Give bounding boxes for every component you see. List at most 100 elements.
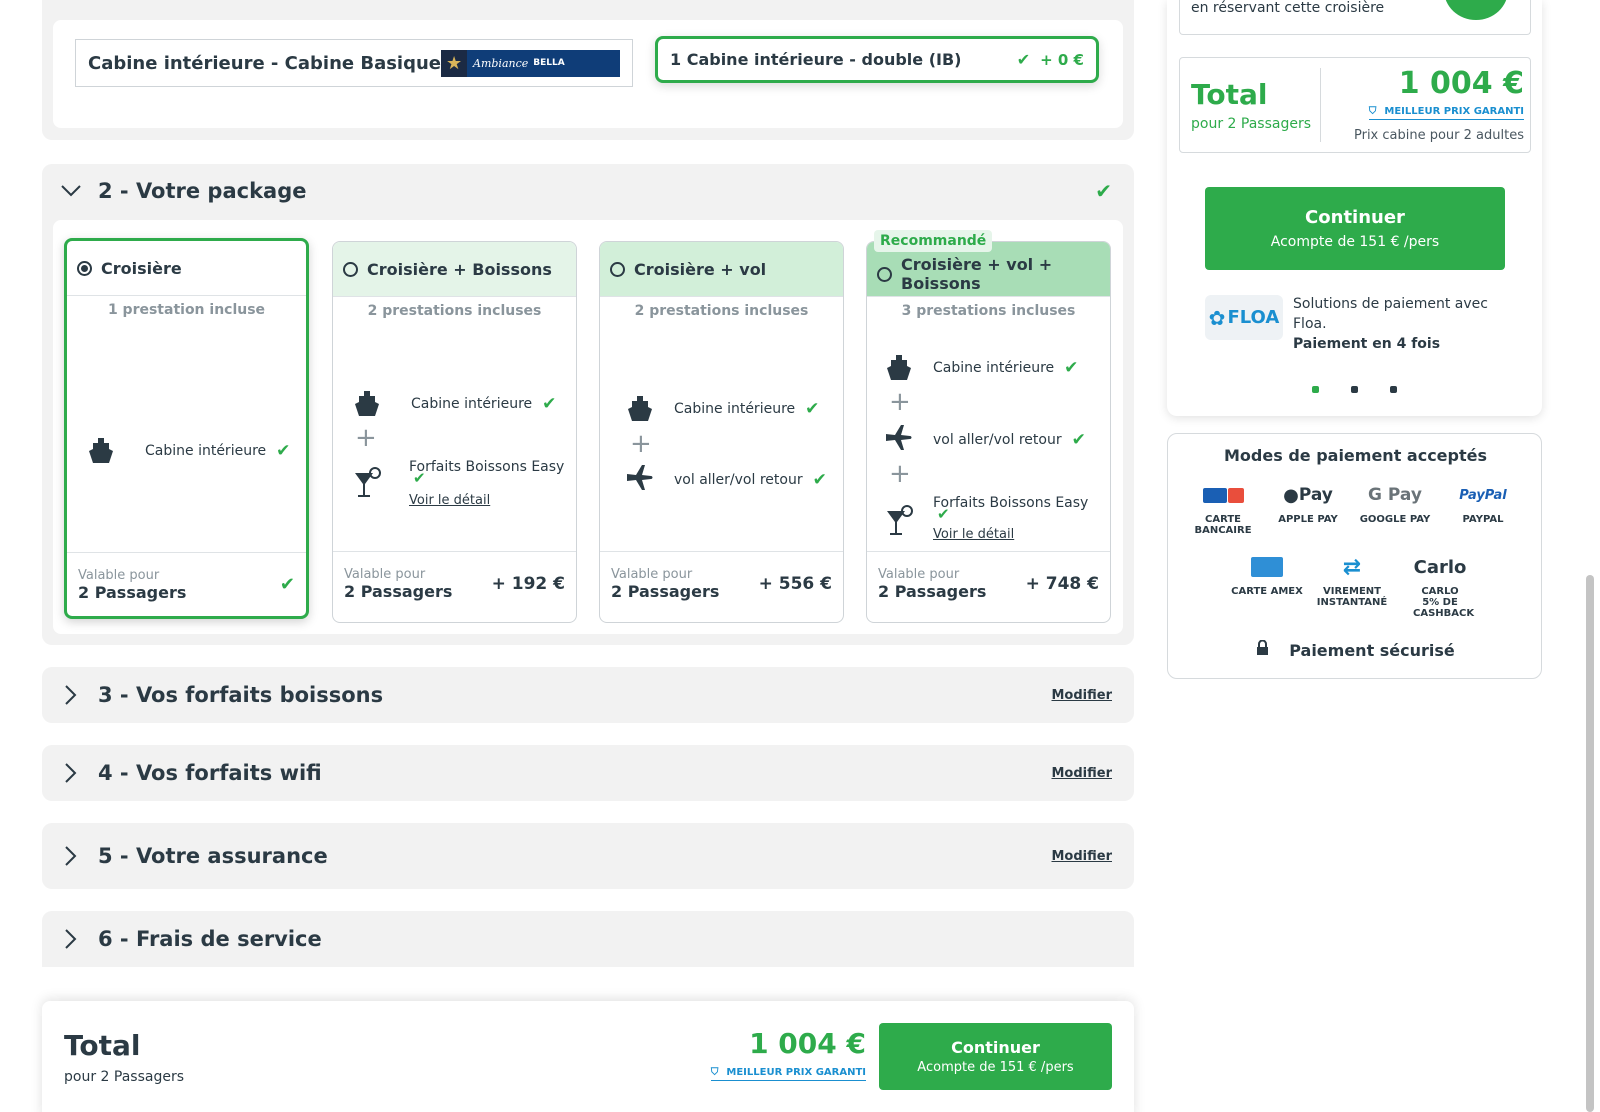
cabin-category: Cabine intérieure - Cabine Basique ★ Amb…	[75, 39, 633, 87]
package-card-croisiere-boissons[interactable]: Croisière + Boissons 2 prestations inclu…	[332, 241, 577, 623]
item-label: Forfaits Boissons Easy	[933, 495, 1089, 511]
shield-icon: ⛉	[710, 1067, 719, 1078]
summary-total-box: Total pour 2 Passagers 1 004 € ⛉ MEILLEU…	[1179, 57, 1531, 153]
payment-method-label: PAYPAL	[1462, 514, 1504, 525]
carousel-dots	[1312, 386, 1397, 393]
detail-link[interactable]: Voir le détail	[933, 527, 1088, 542]
package-card-footer: Valable pour 2 Passagers + 192 €	[333, 551, 576, 615]
ship-icon	[877, 353, 921, 383]
package-card-croisiere-vol[interactable]: Croisière + vol 2 prestations incluses C…	[599, 241, 844, 623]
check-icon: ✔	[1064, 358, 1079, 378]
payment-method-googlepay: G Pay GOOGLE PAY	[1358, 482, 1432, 525]
package-card-croisiere[interactable]: Croisière 1 prestation incluse Cabine in…	[64, 238, 309, 619]
item-label: Cabine intérieure	[674, 401, 796, 417]
logo-name: BELLA	[533, 58, 565, 68]
check-icon: ✔	[805, 399, 820, 419]
detail-link[interactable]: Voir le détail	[409, 493, 564, 508]
continue-button-bottom[interactable]: Continuer Acompte de 151 € /pers	[879, 1023, 1112, 1090]
carousel-dot[interactable]	[1351, 386, 1358, 393]
check-icon: ✔	[812, 470, 827, 490]
payment-method-virement: ⇄ VIREMENT INSTANTANÉ	[1315, 554, 1389, 609]
modify-wifi-link[interactable]: Modifier	[1052, 766, 1113, 781]
radio-selected[interactable]	[77, 260, 92, 276]
boissons-title: 3 - Vos forfaits boissons	[98, 683, 384, 707]
total-price: 1 004 €	[749, 1027, 866, 1060]
check-icon: ✔	[276, 441, 291, 461]
package-price: + 192 €	[491, 573, 565, 594]
package-item-drinks: Forfaits Boissons Easy ✔ Voir le détail	[345, 459, 564, 508]
ambiance-bella-logo: ★ Ambiance BELLA	[441, 49, 620, 77]
passengers-value: 2 Passagers	[878, 581, 987, 601]
package-title: 2 - Votre package	[98, 179, 307, 203]
wifi-title: 4 - Vos forfaits wifi	[98, 761, 322, 785]
bank-transfer-icon: ⇄	[1342, 554, 1362, 580]
package-card-header: Croisière + Boissons	[333, 242, 576, 297]
package-item-drinks: Forfaits Boissons Easy ✔ Voir le détail	[877, 495, 1088, 542]
package-item-cabin: Cabine intérieure ✔	[345, 389, 556, 419]
package-item-flight: vol aller/vol retour ✔	[877, 425, 1086, 455]
scrollbar-thumb[interactable]	[1586, 575, 1594, 1112]
passengers-value: 2 Passagers	[344, 581, 453, 601]
divider	[1320, 68, 1321, 142]
section-wifi[interactable]: 4 - Vos forfaits wifi Modifier	[42, 745, 1134, 801]
package-card-sub: 2 prestations incluses	[367, 303, 542, 319]
secure-label: Paiement sécurisé	[1289, 640, 1455, 660]
section-boissons[interactable]: 3 - Vos forfaits boissons Modifier	[42, 667, 1134, 723]
chevron-right-icon	[60, 845, 82, 867]
section-frais[interactable]: 6 - Frais de service	[42, 911, 1134, 967]
summary-passengers: pour 2 Passagers	[1191, 116, 1311, 132]
amex-icon	[1230, 554, 1304, 580]
cocktail-icon	[345, 467, 389, 499]
section-assurance[interactable]: 5 - Votre assurance Modifier	[42, 823, 1134, 889]
payment-method-label: CARTE BANCAIRE	[1194, 514, 1252, 536]
cabin-title: Cabine intérieure - Cabine Basique	[88, 52, 442, 74]
chevron-right-icon	[60, 684, 82, 706]
radio-unselected[interactable]	[877, 266, 892, 282]
carousel-dot-active[interactable]	[1312, 386, 1319, 393]
summary-total-label: Total	[1191, 78, 1268, 111]
plus-icon: +	[889, 387, 911, 417]
item-label: Cabine intérieure	[145, 443, 267, 459]
passengers-value: 2 Passagers	[611, 581, 720, 601]
package-item-flight: vol aller/vol retour ✔	[618, 465, 827, 495]
summary-card: en réservant cette croisière Total pour …	[1167, 0, 1542, 416]
frais-title: 6 - Frais de service	[98, 927, 322, 951]
package-card-sub: 3 prestations incluses	[901, 303, 1076, 319]
chevron-right-icon	[60, 762, 82, 784]
cabin-option-label: 1 Cabine intérieure - double (IB)	[670, 50, 962, 69]
check-icon: ✔	[542, 394, 557, 414]
package-card-sub: 2 prestations incluses	[634, 303, 809, 319]
promo-text: en réservant cette croisière	[1191, 0, 1385, 16]
radio-unselected[interactable]	[343, 261, 358, 277]
section-cabin: Cabine intérieure - Cabine Basique ★ Amb…	[42, 0, 1134, 140]
plus-icon: +	[355, 423, 377, 453]
package-item-cabin: Cabine intérieure ✔	[618, 394, 819, 424]
google-pay-logo: G Pay	[1368, 485, 1422, 505]
radio-unselected[interactable]	[610, 261, 625, 277]
credit-card-icon	[1186, 482, 1260, 508]
carousel-dot[interactable]	[1390, 386, 1397, 393]
continue-label: Continuer	[951, 1038, 1040, 1057]
package-header[interactable]: 2 - Votre package ✔	[42, 164, 1134, 218]
package-card-title: Croisière + vol + Boissons	[901, 255, 1053, 293]
modify-assurance-link[interactable]: Modifier	[1052, 849, 1113, 864]
item-label: Cabine intérieure	[411, 396, 533, 412]
modify-boissons-link[interactable]: Modifier	[1052, 688, 1113, 703]
floa-logo: ✿ FLOA	[1205, 295, 1283, 340]
paypal-icon: PayPal	[1446, 482, 1520, 508]
payment-method-applepay: ● Pay APPLE PAY	[1271, 482, 1345, 526]
check-icon: ✔	[1071, 430, 1086, 450]
best-price-label: MEILLEUR PRIX GARANTI	[1384, 106, 1524, 117]
package-card-header: Croisière + vol	[600, 242, 843, 297]
payment-methods-card: Modes de paiement acceptés CARTE BANCAIR…	[1167, 433, 1542, 679]
package-card-title: Croisière + Boissons	[367, 259, 552, 279]
item-label: vol aller/vol retour	[933, 432, 1062, 448]
best-price-badge: ⛉ MEILLEUR PRIX GARANTI	[710, 1067, 866, 1081]
chevron-down-icon	[60, 180, 82, 202]
continue-button-sidebar[interactable]: Continuer Acompte de 151 € /pers	[1205, 187, 1505, 270]
payment-title: Modes de paiement acceptés	[1224, 446, 1487, 465]
check-icon: ✔	[1016, 50, 1031, 69]
package-card-croisiere-vol-boissons[interactable]: Croisière + vol + Boissons 3 prestations…	[866, 241, 1111, 623]
package-card-footer: Valable pour 2 Passagers + 748 €	[867, 551, 1110, 615]
cabin-option-selected[interactable]: 1 Cabine intérieure - double (IB) ✔ + 0 …	[655, 36, 1099, 83]
